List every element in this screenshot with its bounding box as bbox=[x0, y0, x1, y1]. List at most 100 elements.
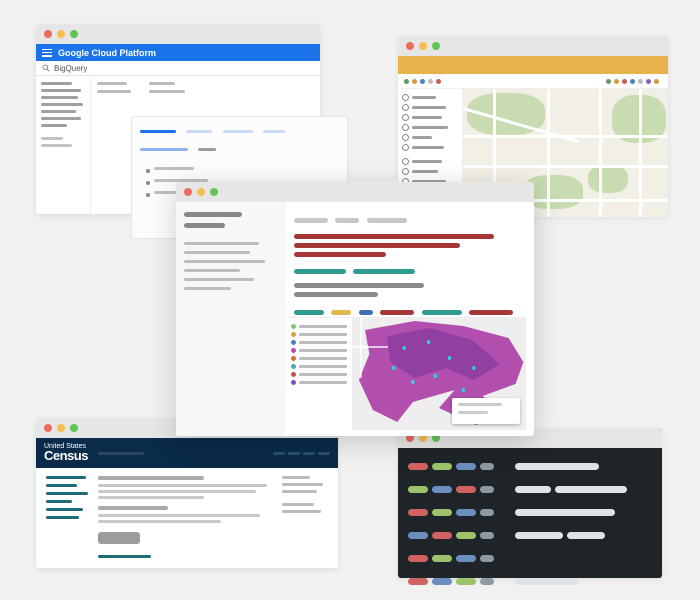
census-logo[interactable]: United States Census bbox=[44, 444, 88, 462]
tool-dot[interactable] bbox=[630, 79, 635, 84]
tool-dot[interactable] bbox=[646, 79, 651, 84]
sidebar-item[interactable] bbox=[41, 124, 67, 127]
pill[interactable] bbox=[223, 130, 253, 133]
tag[interactable] bbox=[380, 310, 414, 315]
gcp-search-bar[interactable]: BigQuery bbox=[36, 61, 320, 76]
sidebar-item[interactable] bbox=[41, 103, 83, 106]
link-line[interactable] bbox=[98, 555, 151, 558]
meta-line bbox=[335, 218, 359, 223]
maximize-icon[interactable] bbox=[70, 30, 78, 38]
close-icon[interactable] bbox=[184, 188, 192, 196]
menu-icon[interactable] bbox=[42, 49, 52, 57]
tool-dot[interactable] bbox=[606, 79, 611, 84]
tool-dot[interactable] bbox=[622, 79, 627, 84]
sidebar-item[interactable] bbox=[41, 89, 81, 92]
text-line bbox=[98, 520, 221, 523]
minimize-icon[interactable] bbox=[419, 42, 427, 50]
legend-item[interactable] bbox=[291, 324, 347, 329]
gcp-titlebar bbox=[36, 24, 320, 44]
pill[interactable] bbox=[140, 148, 188, 151]
sidebar-item[interactable] bbox=[41, 144, 72, 147]
sidebar-item[interactable] bbox=[41, 137, 63, 140]
census-logo-big: Census bbox=[44, 450, 88, 462]
text-line bbox=[98, 496, 204, 499]
census-main-col bbox=[98, 476, 274, 576]
nav-item[interactable] bbox=[273, 452, 285, 455]
heading-line bbox=[98, 506, 168, 510]
tool-dot[interactable] bbox=[412, 79, 417, 84]
text-line bbox=[184, 260, 265, 263]
gcp-search-text: BigQuery bbox=[54, 64, 87, 73]
legend-item[interactable] bbox=[291, 364, 347, 369]
text-line bbox=[184, 242, 259, 245]
code-block[interactable] bbox=[294, 234, 526, 297]
legend-item[interactable] bbox=[291, 332, 347, 337]
sidebar-item[interactable] bbox=[41, 96, 78, 99]
tool-dot[interactable] bbox=[436, 79, 441, 84]
minimize-icon[interactable] bbox=[57, 30, 65, 38]
link-line[interactable] bbox=[46, 508, 83, 511]
close-icon[interactable] bbox=[44, 424, 52, 432]
census-search[interactable] bbox=[98, 452, 144, 455]
terminal-window bbox=[398, 428, 662, 578]
pill[interactable] bbox=[263, 130, 285, 133]
text-line bbox=[97, 90, 131, 93]
gcp-header: Google Cloud Platform bbox=[36, 44, 320, 61]
tag[interactable] bbox=[359, 310, 373, 315]
tag[interactable] bbox=[331, 310, 351, 315]
close-icon[interactable] bbox=[406, 42, 414, 50]
gcp-sidebar bbox=[36, 76, 91, 215]
search-icon bbox=[42, 64, 50, 72]
tool-dot[interactable] bbox=[614, 79, 619, 84]
meta-line bbox=[294, 218, 328, 223]
list-item[interactable] bbox=[154, 167, 194, 170]
tag[interactable] bbox=[469, 310, 513, 315]
legend-item[interactable] bbox=[291, 356, 347, 361]
tool-dot[interactable] bbox=[428, 79, 433, 84]
pill[interactable] bbox=[198, 148, 216, 151]
close-icon[interactable] bbox=[44, 30, 52, 38]
terminal-body[interactable] bbox=[398, 448, 662, 600]
legend-item[interactable] bbox=[291, 380, 347, 385]
tool-dot[interactable] bbox=[404, 79, 409, 84]
pill[interactable] bbox=[186, 130, 212, 133]
nav-item[interactable] bbox=[288, 452, 300, 455]
sidebar-item[interactable] bbox=[41, 117, 81, 120]
link-line[interactable] bbox=[46, 516, 79, 519]
minimize-icon[interactable] bbox=[197, 188, 205, 196]
maximize-icon[interactable] bbox=[432, 42, 440, 50]
sidebar-item[interactable] bbox=[41, 110, 76, 113]
text-line bbox=[184, 269, 240, 272]
link-line[interactable] bbox=[46, 492, 88, 495]
link-line[interactable] bbox=[46, 484, 77, 487]
viz-map[interactable] bbox=[352, 318, 526, 430]
notebook-sidebar bbox=[176, 202, 286, 436]
tag[interactable] bbox=[294, 310, 324, 315]
map-header bbox=[398, 56, 668, 74]
legend-item[interactable] bbox=[291, 340, 347, 345]
tool-dot[interactable] bbox=[638, 79, 643, 84]
code-line bbox=[294, 292, 378, 297]
tool-dot[interactable] bbox=[420, 79, 425, 84]
text-line bbox=[98, 490, 256, 493]
link-line[interactable] bbox=[46, 476, 86, 479]
link-line[interactable] bbox=[46, 500, 72, 503]
nav-item[interactable] bbox=[303, 452, 315, 455]
tool-dot[interactable] bbox=[654, 79, 659, 84]
maximize-icon[interactable] bbox=[210, 188, 218, 196]
nav-item[interactable] bbox=[318, 452, 330, 455]
map-titlebar bbox=[398, 36, 668, 56]
minimize-icon[interactable] bbox=[57, 424, 65, 432]
code-line bbox=[294, 252, 386, 257]
legend-item[interactable] bbox=[291, 348, 347, 353]
heading-line bbox=[184, 223, 225, 228]
sidebar-item[interactable] bbox=[41, 82, 72, 85]
text-line bbox=[282, 476, 310, 479]
text-line bbox=[184, 278, 254, 281]
pill-active[interactable] bbox=[140, 130, 176, 133]
legend-item[interactable] bbox=[291, 372, 347, 377]
button[interactable] bbox=[98, 532, 140, 544]
code-token bbox=[353, 269, 415, 274]
tag[interactable] bbox=[422, 310, 462, 315]
maximize-icon[interactable] bbox=[70, 424, 78, 432]
